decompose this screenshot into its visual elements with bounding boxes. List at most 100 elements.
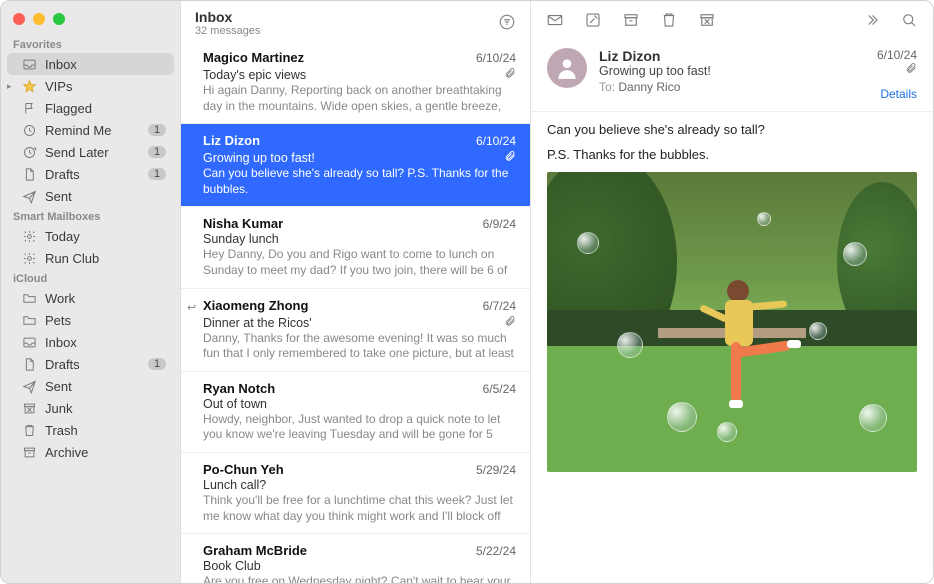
folder-icon xyxy=(21,290,37,306)
sidebar-item-pets[interactable]: Pets xyxy=(1,309,180,331)
sidebar-item-label: Today xyxy=(45,229,170,244)
sidebar-item-vips[interactable]: ▸VIPs xyxy=(1,75,180,97)
message-from: Magico Martinez xyxy=(203,50,304,65)
paperplane-icon xyxy=(21,188,37,204)
sidebar-item-archive[interactable]: Archive xyxy=(1,441,180,463)
count-badge: 1 xyxy=(148,146,166,158)
message-list[interactable]: Magico Martinez 6/10/24 Today's epic vie… xyxy=(181,41,530,583)
message-from: Xiaomeng Zhong xyxy=(203,298,308,313)
sidebar-section-favorites: Favorites xyxy=(1,35,180,53)
message-preview: Hi again Danny, Reporting back on anothe… xyxy=(203,83,516,114)
sidebar-item-send-later[interactable]: Send Later 1 xyxy=(1,141,180,163)
sidebar-item-label: Remind Me xyxy=(45,123,140,138)
sidebar-item-label: Run Club xyxy=(45,251,170,266)
disclosure-icon[interactable]: ▸ xyxy=(7,81,12,92)
sidebar-item-label: Archive xyxy=(45,445,170,460)
body-paragraph: Can you believe she's already so tall? xyxy=(547,122,917,137)
to-label: To: xyxy=(599,80,615,94)
clock-arrow-icon xyxy=(21,144,37,160)
filter-button[interactable] xyxy=(498,13,516,34)
message-subject: Dinner at the Ricos' xyxy=(203,316,312,330)
count-badge: 1 xyxy=(148,358,166,370)
sidebar-item-label: Drafts xyxy=(45,167,140,182)
more-button[interactable] xyxy=(861,11,881,32)
mailbox-title: Inbox xyxy=(195,9,260,25)
message-from: Ryan Notch xyxy=(203,381,275,396)
x-bin-icon xyxy=(21,400,37,416)
junk-button[interactable] xyxy=(697,11,717,32)
email-subject: Growing up too fast! xyxy=(599,64,865,78)
sidebar-item-work[interactable]: Work xyxy=(1,287,180,309)
count-badge: 1 xyxy=(148,124,166,136)
sidebar-item-label: Drafts xyxy=(45,357,140,372)
message-from: Graham McBride xyxy=(203,543,307,558)
sidebar-item-inbox[interactable]: Inbox xyxy=(7,53,174,75)
doc-icon xyxy=(21,166,37,182)
message-subject: Growing up too fast! xyxy=(203,151,315,165)
message-row[interactable]: Po-Chun Yeh 5/29/24 Lunch call? Think yo… xyxy=(181,453,530,534)
message-row[interactable]: Ryan Notch 6/5/24 Out of town Howdy, nei… xyxy=(181,372,530,453)
sidebar-item-drafts[interactable]: Drafts 1 xyxy=(1,353,180,375)
sidebar-item-label: Sent xyxy=(45,379,170,394)
delete-button[interactable] xyxy=(659,11,679,32)
sidebar-item-label: Pets xyxy=(45,313,170,328)
sidebar-item-junk[interactable]: Junk xyxy=(1,397,180,419)
message-row[interactable]: ↩ Xiaomeng Zhong 6/7/24 Dinner at the Ri… xyxy=(181,289,530,372)
sidebar-item-inbox[interactable]: Inbox xyxy=(1,331,180,353)
minimize-window-button[interactable] xyxy=(33,13,45,25)
sidebar-item-flagged[interactable]: Flagged xyxy=(1,97,180,119)
sidebar-item-label: Inbox xyxy=(45,57,164,72)
tray-icon xyxy=(21,56,37,72)
details-link[interactable]: Details xyxy=(877,87,917,101)
attachment-icon xyxy=(905,63,917,77)
sidebar-item-today[interactable]: Today xyxy=(1,225,180,247)
message-row[interactable]: Magico Martinez 6/10/24 Today's epic vie… xyxy=(181,41,530,124)
reply-button[interactable] xyxy=(545,11,565,32)
sidebar: Favorites Inbox▸VIPsFlaggedRemind Me1Sen… xyxy=(1,1,181,583)
folder-icon xyxy=(21,312,37,328)
message-preview: Howdy, neighbor, Just wanted to drop a q… xyxy=(203,412,516,443)
sidebar-item-trash[interactable]: Trash xyxy=(1,419,180,441)
sidebar-item-drafts[interactable]: Drafts1 xyxy=(1,163,180,185)
mailbox-count: 32 messages xyxy=(195,25,260,37)
message-subject: Book Club xyxy=(203,559,261,573)
window-controls xyxy=(1,9,180,35)
sidebar-item-label: Trash xyxy=(45,423,170,438)
sidebar-item-label: Inbox xyxy=(45,335,170,350)
attachment-icon xyxy=(504,67,516,79)
reader-pane: Liz Dizon Growing up too fast! To: Danny… xyxy=(531,1,933,583)
flag-icon xyxy=(21,100,37,116)
sidebar-item-remind-me[interactable]: Remind Me 1 xyxy=(1,119,180,141)
message-row[interactable]: Nisha Kumar 6/9/24 Sunday lunch Hey Dann… xyxy=(181,207,530,288)
message-from: Po-Chun Yeh xyxy=(203,462,284,477)
filter-icon xyxy=(498,13,516,31)
search-button[interactable] xyxy=(899,11,919,32)
sidebar-item-label: Send Later xyxy=(45,145,140,160)
clock-icon xyxy=(21,122,37,138)
email-header: Liz Dizon Growing up too fast! To: Danny… xyxy=(531,38,933,112)
message-date: 6/10/24 xyxy=(476,134,516,148)
archive-button[interactable] xyxy=(621,11,641,32)
email-date: 6/10/24 xyxy=(877,48,917,62)
body-paragraph: P.S. Thanks for the bubbles. xyxy=(547,147,917,162)
doc-icon xyxy=(21,356,37,372)
message-row[interactable]: Graham McBride 5/22/24 Book Club Are you… xyxy=(181,534,530,583)
close-window-button[interactable] xyxy=(13,13,25,25)
message-date: 6/9/24 xyxy=(483,217,516,231)
zoom-window-button[interactable] xyxy=(53,13,65,25)
attachment-icon xyxy=(504,315,516,327)
message-subject: Lunch call? xyxy=(203,478,266,492)
sender-avatar[interactable] xyxy=(547,48,587,88)
message-list-pane: Inbox 32 messages Magico Martinez 6/10/2… xyxy=(181,1,531,583)
compose-button[interactable] xyxy=(583,11,603,32)
email-attachment-image[interactable] xyxy=(547,172,917,472)
sidebar-item-label: Flagged xyxy=(45,101,170,116)
sidebar-item-run-club[interactable]: Run Club xyxy=(1,247,180,269)
paperplane-icon xyxy=(21,378,37,394)
message-row[interactable]: Liz Dizon 6/10/24 Growing up too fast! C… xyxy=(181,124,530,207)
message-preview: Can you believe she's already so tall? P… xyxy=(203,166,516,197)
email-to: Danny Rico xyxy=(618,80,680,94)
sidebar-item-sent[interactable]: Sent xyxy=(1,185,180,207)
sidebar-item-sent[interactable]: Sent xyxy=(1,375,180,397)
trash-icon xyxy=(21,422,37,438)
